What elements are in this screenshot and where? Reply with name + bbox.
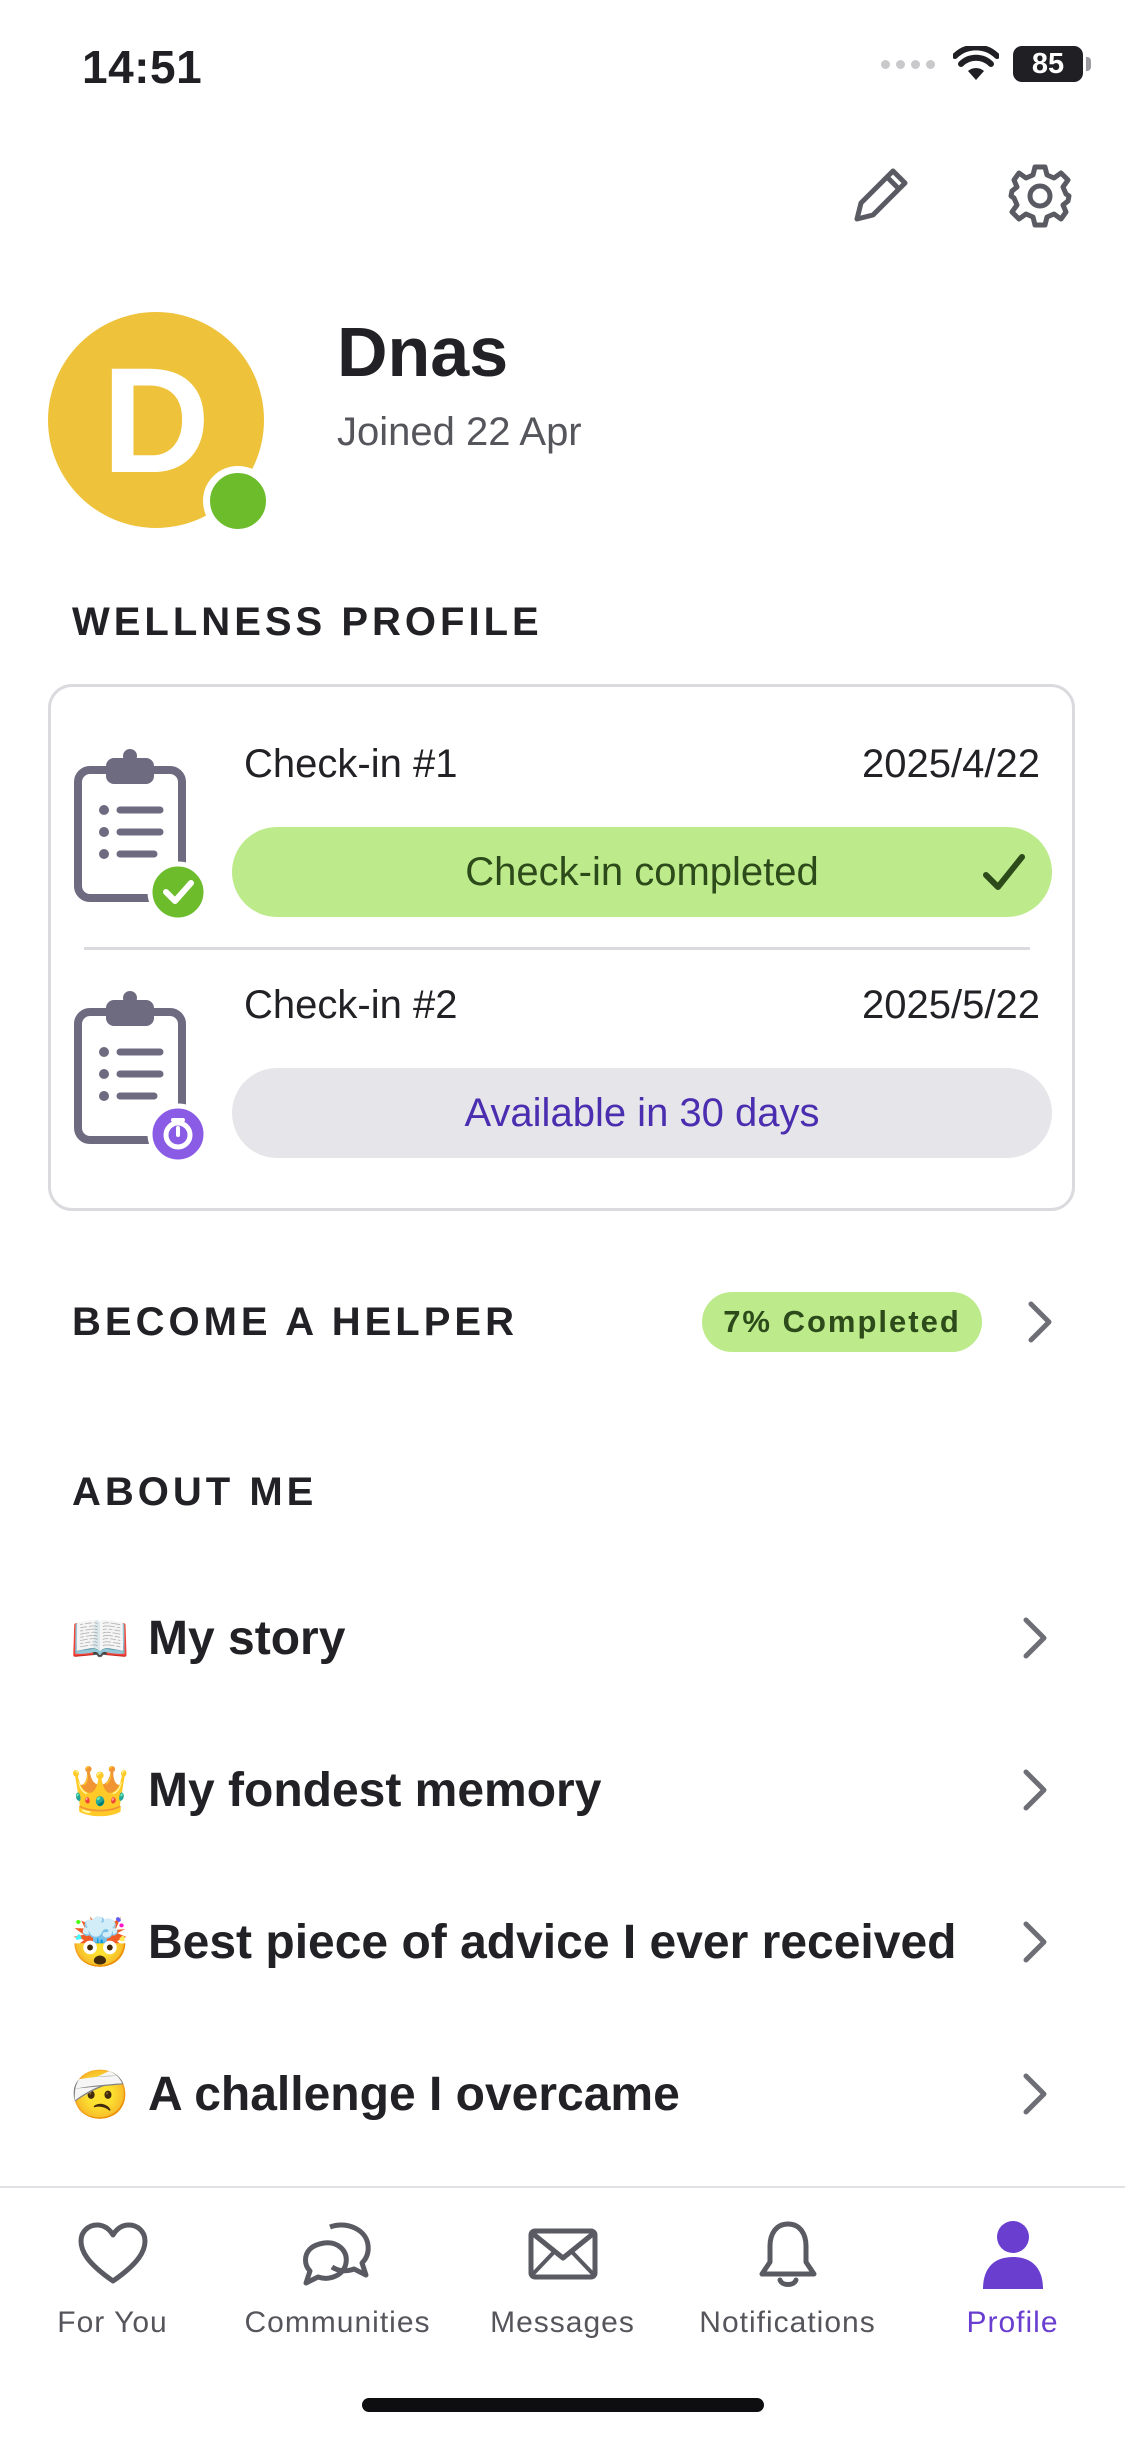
checkin-2-status-label: Available in 30 days bbox=[464, 1090, 820, 1135]
checkin-divider bbox=[84, 947, 1030, 950]
about-item-label: My story bbox=[148, 1611, 346, 1665]
wifi-icon bbox=[953, 46, 999, 80]
tab-label: Profile bbox=[966, 2306, 1059, 2339]
wellness-profile-heading: WELLNESS PROFILE bbox=[72, 600, 543, 644]
checkin-2-title: Check-in #2 bbox=[244, 983, 458, 1027]
become-helper-heading: BECOME A HELPER bbox=[72, 1300, 518, 1344]
cellular-signal-icon bbox=[881, 59, 935, 69]
pencil-icon bbox=[854, 168, 908, 222]
crown-icon: 👑 bbox=[70, 1764, 130, 1818]
chevron-right-icon bbox=[1015, 1912, 1055, 1972]
gear-icon bbox=[1008, 164, 1072, 228]
status-indicators: 85 bbox=[881, 46, 1091, 82]
avatar-letter: D bbox=[101, 335, 211, 504]
checkin-1-status-button[interactable]: Check-in completed bbox=[232, 827, 1052, 917]
tab-label: Notifications bbox=[699, 2306, 876, 2339]
about-item-fondest-memory[interactable]: 👑 My fondest memory bbox=[70, 1740, 1055, 1840]
checkmark-icon bbox=[983, 854, 1025, 890]
about-item-label: Best piece of advice I ever received bbox=[148, 1915, 957, 1969]
chevron-right-icon bbox=[1015, 1608, 1055, 1668]
about-item-label: My fondest memory bbox=[148, 1763, 602, 1817]
checkin-1-title: Check-in #1 bbox=[244, 742, 458, 786]
chevron-right-icon bbox=[1020, 1292, 1060, 1352]
settings-button[interactable] bbox=[1000, 156, 1080, 236]
tab-notifications[interactable]: Notifications bbox=[675, 2214, 900, 2340]
checkin-2-date: 2025/5/22 bbox=[862, 983, 1040, 1027]
envelope-icon bbox=[523, 2214, 603, 2294]
home-indicator bbox=[362, 2398, 764, 2412]
about-item-challenge[interactable]: 🤕 A challenge I overcame bbox=[70, 2044, 1055, 2144]
person-icon bbox=[973, 2214, 1053, 2294]
about-item-my-story[interactable]: 📖 My story bbox=[70, 1588, 1055, 1688]
online-status-indicator bbox=[203, 466, 273, 536]
tab-for-you[interactable]: For You bbox=[0, 2214, 225, 2340]
battery-icon: 85 bbox=[1013, 46, 1091, 82]
checkin-2-status-button[interactable]: Available in 30 days bbox=[232, 1068, 1052, 1158]
status-time: 14:51 bbox=[82, 41, 203, 93]
chevron-right-icon bbox=[1015, 1760, 1055, 1820]
tab-label: Messages bbox=[490, 2306, 635, 2339]
helper-progress-badge: 7% Completed bbox=[702, 1292, 982, 1352]
clipboard-completed-icon bbox=[70, 748, 210, 923]
edit-button[interactable] bbox=[840, 156, 920, 236]
chat-bubbles-icon bbox=[298, 2214, 378, 2294]
tab-messages[interactable]: Messages bbox=[450, 2214, 675, 2340]
checkin-1-status-label: Check-in completed bbox=[465, 849, 819, 894]
tab-profile[interactable]: Profile bbox=[900, 2214, 1125, 2340]
tab-label: Communities bbox=[244, 2306, 431, 2339]
tab-label: For You bbox=[57, 2306, 168, 2339]
bandaged-face-icon: 🤕 bbox=[70, 2068, 130, 2122]
chevron-right-icon bbox=[1015, 2064, 1055, 2124]
clipboard-timer-icon bbox=[70, 990, 210, 1165]
mind-blown-icon: 🤯 bbox=[70, 1916, 130, 1970]
heart-icon bbox=[73, 2214, 153, 2294]
book-icon: 📖 bbox=[70, 1612, 130, 1666]
bell-icon bbox=[748, 2214, 828, 2294]
tab-communities[interactable]: Communities bbox=[225, 2214, 450, 2340]
battery-level: 85 bbox=[1031, 47, 1065, 80]
about-item-best-advice[interactable]: 🤯 Best piece of advice I ever received bbox=[70, 1892, 1055, 1992]
checkin-1-date: 2025/4/22 bbox=[862, 742, 1040, 786]
about-item-label: A challenge I overcame bbox=[148, 2067, 680, 2121]
user-name: Dnas bbox=[337, 313, 509, 391]
joined-date: Joined 22 Apr bbox=[337, 410, 582, 454]
about-me-heading: ABOUT ME bbox=[72, 1470, 318, 1514]
